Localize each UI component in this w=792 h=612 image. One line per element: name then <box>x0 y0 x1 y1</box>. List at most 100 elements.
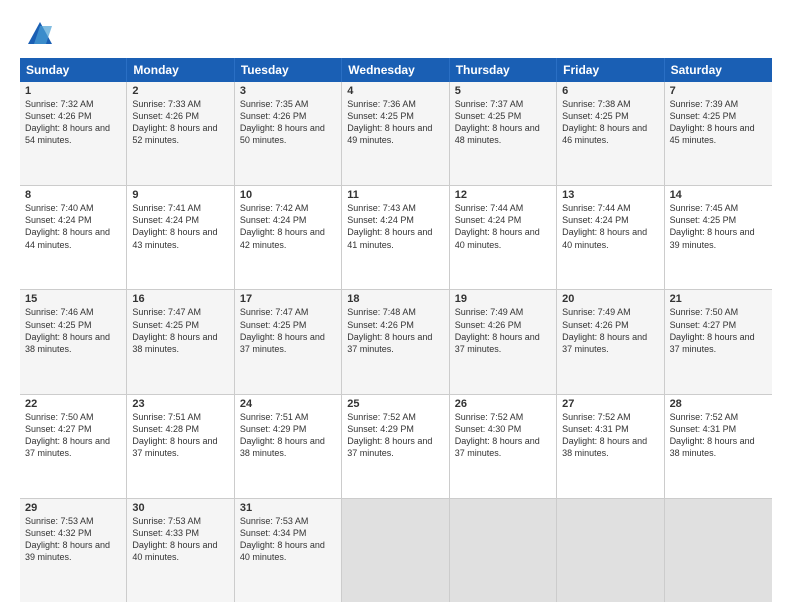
calendar-cell: 11 Sunrise: 7:43 AMSunset: 4:24 PMDaylig… <box>342 186 449 289</box>
day-number: 18 <box>347 293 443 305</box>
cell-info: Sunrise: 7:36 AMSunset: 4:25 PMDaylight:… <box>347 99 432 145</box>
day-number: 2 <box>132 85 228 97</box>
calendar-cell: 28 Sunrise: 7:52 AMSunset: 4:31 PMDaylig… <box>665 395 772 498</box>
cell-info: Sunrise: 7:46 AMSunset: 4:25 PMDaylight:… <box>25 307 110 353</box>
calendar-cell: 13 Sunrise: 7:44 AMSunset: 4:24 PMDaylig… <box>557 186 664 289</box>
calendar-row-4: 22 Sunrise: 7:50 AMSunset: 4:27 PMDaylig… <box>20 395 772 499</box>
cell-info: Sunrise: 7:51 AMSunset: 4:28 PMDaylight:… <box>132 412 217 458</box>
header <box>20 16 772 48</box>
calendar-cell: 29 Sunrise: 7:53 AMSunset: 4:32 PMDaylig… <box>20 499 127 602</box>
logo <box>20 16 56 48</box>
calendar: SundayMondayTuesdayWednesdayThursdayFrid… <box>20 58 772 602</box>
calendar-cell <box>450 499 557 602</box>
calendar-row-5: 29 Sunrise: 7:53 AMSunset: 4:32 PMDaylig… <box>20 499 772 602</box>
day-number: 1 <box>25 85 121 97</box>
calendar-cell: 23 Sunrise: 7:51 AMSunset: 4:28 PMDaylig… <box>127 395 234 498</box>
cell-info: Sunrise: 7:52 AMSunset: 4:31 PMDaylight:… <box>670 412 755 458</box>
calendar-row-2: 8 Sunrise: 7:40 AMSunset: 4:24 PMDayligh… <box>20 186 772 290</box>
day-number: 31 <box>240 502 336 514</box>
day-number: 4 <box>347 85 443 97</box>
cell-info: Sunrise: 7:38 AMSunset: 4:25 PMDaylight:… <box>562 99 647 145</box>
header-day-friday: Friday <box>557 58 664 82</box>
calendar-cell: 20 Sunrise: 7:49 AMSunset: 4:26 PMDaylig… <box>557 290 664 393</box>
calendar-cell: 1 Sunrise: 7:32 AMSunset: 4:26 PMDayligh… <box>20 82 127 185</box>
day-number: 13 <box>562 189 658 201</box>
cell-info: Sunrise: 7:47 AMSunset: 4:25 PMDaylight:… <box>132 307 217 353</box>
day-number: 24 <box>240 398 336 410</box>
day-number: 15 <box>25 293 121 305</box>
day-number: 22 <box>25 398 121 410</box>
header-day-saturday: Saturday <box>665 58 772 82</box>
cell-info: Sunrise: 7:40 AMSunset: 4:24 PMDaylight:… <box>25 203 110 249</box>
day-number: 17 <box>240 293 336 305</box>
day-number: 10 <box>240 189 336 201</box>
calendar-header: SundayMondayTuesdayWednesdayThursdayFrid… <box>20 58 772 82</box>
calendar-cell: 5 Sunrise: 7:37 AMSunset: 4:25 PMDayligh… <box>450 82 557 185</box>
header-day-thursday: Thursday <box>450 58 557 82</box>
calendar-cell: 9 Sunrise: 7:41 AMSunset: 4:24 PMDayligh… <box>127 186 234 289</box>
calendar-cell <box>342 499 449 602</box>
cell-info: Sunrise: 7:41 AMSunset: 4:24 PMDaylight:… <box>132 203 217 249</box>
day-number: 6 <box>562 85 658 97</box>
day-number: 20 <box>562 293 658 305</box>
cell-info: Sunrise: 7:39 AMSunset: 4:25 PMDaylight:… <box>670 99 755 145</box>
cell-info: Sunrise: 7:52 AMSunset: 4:31 PMDaylight:… <box>562 412 647 458</box>
calendar-cell: 24 Sunrise: 7:51 AMSunset: 4:29 PMDaylig… <box>235 395 342 498</box>
cell-info: Sunrise: 7:44 AMSunset: 4:24 PMDaylight:… <box>455 203 540 249</box>
calendar-cell: 21 Sunrise: 7:50 AMSunset: 4:27 PMDaylig… <box>665 290 772 393</box>
day-number: 28 <box>670 398 767 410</box>
day-number: 5 <box>455 85 551 97</box>
calendar-cell: 26 Sunrise: 7:52 AMSunset: 4:30 PMDaylig… <box>450 395 557 498</box>
calendar-cell <box>557 499 664 602</box>
header-day-wednesday: Wednesday <box>342 58 449 82</box>
header-day-monday: Monday <box>127 58 234 82</box>
cell-info: Sunrise: 7:44 AMSunset: 4:24 PMDaylight:… <box>562 203 647 249</box>
page: SundayMondayTuesdayWednesdayThursdayFrid… <box>0 0 792 612</box>
cell-info: Sunrise: 7:32 AMSunset: 4:26 PMDaylight:… <box>25 99 110 145</box>
calendar-row-1: 1 Sunrise: 7:32 AMSunset: 4:26 PMDayligh… <box>20 82 772 186</box>
cell-info: Sunrise: 7:45 AMSunset: 4:25 PMDaylight:… <box>670 203 755 249</box>
cell-info: Sunrise: 7:48 AMSunset: 4:26 PMDaylight:… <box>347 307 432 353</box>
calendar-cell: 17 Sunrise: 7:47 AMSunset: 4:25 PMDaylig… <box>235 290 342 393</box>
calendar-cell: 16 Sunrise: 7:47 AMSunset: 4:25 PMDaylig… <box>127 290 234 393</box>
cell-info: Sunrise: 7:51 AMSunset: 4:29 PMDaylight:… <box>240 412 325 458</box>
calendar-cell: 15 Sunrise: 7:46 AMSunset: 4:25 PMDaylig… <box>20 290 127 393</box>
cell-info: Sunrise: 7:37 AMSunset: 4:25 PMDaylight:… <box>455 99 540 145</box>
day-number: 14 <box>670 189 767 201</box>
cell-info: Sunrise: 7:35 AMSunset: 4:26 PMDaylight:… <box>240 99 325 145</box>
calendar-cell: 6 Sunrise: 7:38 AMSunset: 4:25 PMDayligh… <box>557 82 664 185</box>
cell-info: Sunrise: 7:43 AMSunset: 4:24 PMDaylight:… <box>347 203 432 249</box>
header-day-tuesday: Tuesday <box>235 58 342 82</box>
cell-info: Sunrise: 7:49 AMSunset: 4:26 PMDaylight:… <box>562 307 647 353</box>
calendar-cell: 30 Sunrise: 7:53 AMSunset: 4:33 PMDaylig… <box>127 499 234 602</box>
calendar-body: 1 Sunrise: 7:32 AMSunset: 4:26 PMDayligh… <box>20 82 772 602</box>
cell-info: Sunrise: 7:53 AMSunset: 4:32 PMDaylight:… <box>25 516 110 562</box>
day-number: 7 <box>670 85 767 97</box>
cell-info: Sunrise: 7:53 AMSunset: 4:33 PMDaylight:… <box>132 516 217 562</box>
cell-info: Sunrise: 7:47 AMSunset: 4:25 PMDaylight:… <box>240 307 325 353</box>
calendar-cell: 25 Sunrise: 7:52 AMSunset: 4:29 PMDaylig… <box>342 395 449 498</box>
cell-info: Sunrise: 7:50 AMSunset: 4:27 PMDaylight:… <box>670 307 755 353</box>
calendar-cell: 22 Sunrise: 7:50 AMSunset: 4:27 PMDaylig… <box>20 395 127 498</box>
day-number: 23 <box>132 398 228 410</box>
cell-info: Sunrise: 7:49 AMSunset: 4:26 PMDaylight:… <box>455 307 540 353</box>
cell-info: Sunrise: 7:50 AMSunset: 4:27 PMDaylight:… <box>25 412 110 458</box>
day-number: 19 <box>455 293 551 305</box>
calendar-cell: 19 Sunrise: 7:49 AMSunset: 4:26 PMDaylig… <box>450 290 557 393</box>
day-number: 12 <box>455 189 551 201</box>
cell-info: Sunrise: 7:53 AMSunset: 4:34 PMDaylight:… <box>240 516 325 562</box>
day-number: 26 <box>455 398 551 410</box>
calendar-cell: 3 Sunrise: 7:35 AMSunset: 4:26 PMDayligh… <box>235 82 342 185</box>
calendar-cell: 12 Sunrise: 7:44 AMSunset: 4:24 PMDaylig… <box>450 186 557 289</box>
day-number: 30 <box>132 502 228 514</box>
day-number: 27 <box>562 398 658 410</box>
cell-info: Sunrise: 7:42 AMSunset: 4:24 PMDaylight:… <box>240 203 325 249</box>
logo-icon <box>24 16 56 48</box>
calendar-cell: 7 Sunrise: 7:39 AMSunset: 4:25 PMDayligh… <box>665 82 772 185</box>
day-number: 29 <box>25 502 121 514</box>
header-day-sunday: Sunday <box>20 58 127 82</box>
day-number: 21 <box>670 293 767 305</box>
calendar-cell: 14 Sunrise: 7:45 AMSunset: 4:25 PMDaylig… <box>665 186 772 289</box>
day-number: 9 <box>132 189 228 201</box>
cell-info: Sunrise: 7:52 AMSunset: 4:29 PMDaylight:… <box>347 412 432 458</box>
